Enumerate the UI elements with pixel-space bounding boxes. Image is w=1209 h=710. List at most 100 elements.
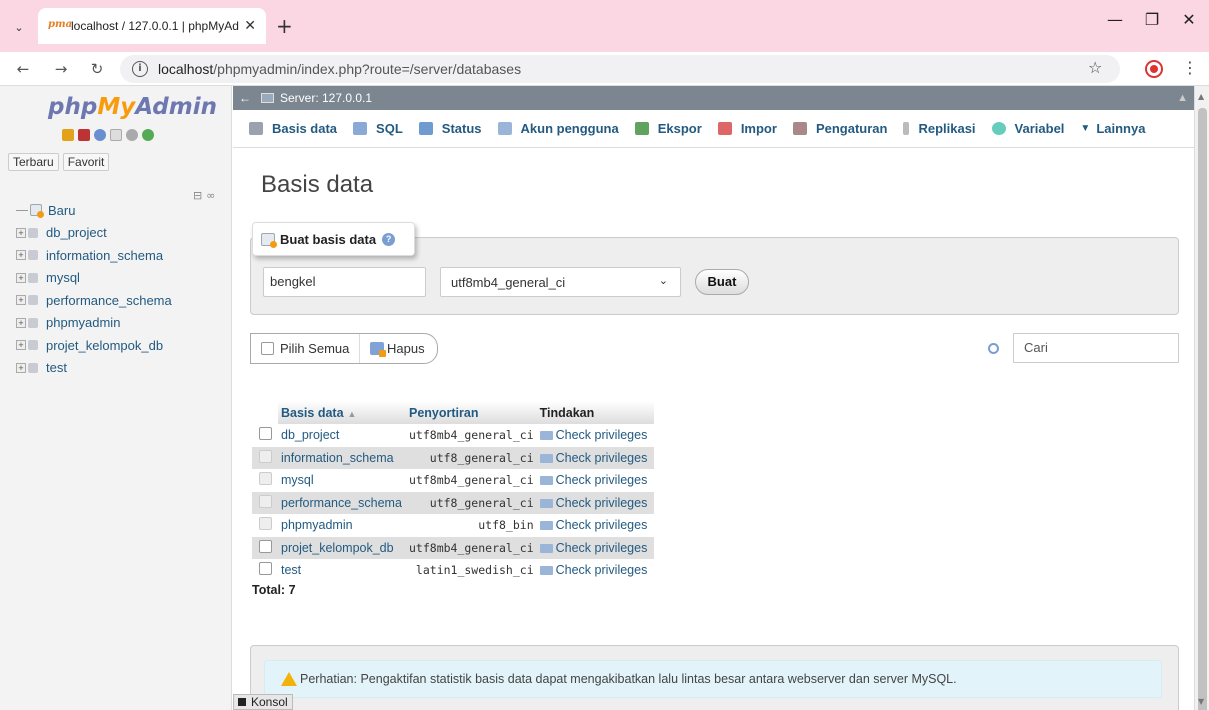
expand-icon[interactable]: + [16, 362, 26, 373]
tab-settings[interactable]: Pengaturan [785, 110, 896, 147]
help-icon[interactable]: ? [382, 232, 396, 246]
settings-gear-icon[interactable] [126, 129, 138, 141]
tree-item-new[interactable]: Baru [16, 199, 172, 222]
tree-item-db[interactable]: + test [16, 357, 172, 380]
tree-item-db[interactable]: + mysql [16, 267, 172, 290]
tab-variables[interactable]: Variabel [984, 110, 1073, 147]
tab-import[interactable]: Impor [710, 110, 785, 147]
header-checkbox-cell [252, 401, 278, 424]
tab-user-accounts[interactable]: Akun pengguna [490, 110, 627, 147]
tree-controls: ⊟ ∞ [193, 189, 215, 202]
privileges-icon [539, 566, 553, 576]
expand-icon[interactable]: + [16, 227, 26, 238]
expand-icon[interactable]: + [16, 317, 26, 328]
header-database[interactable]: Basis data ▲ [278, 401, 406, 424]
console-toggle[interactable]: Konsol [233, 694, 293, 710]
tree-item-db[interactable]: + phpmyadmin [16, 312, 172, 335]
create-button[interactable]: Buat [695, 269, 749, 295]
tab-more[interactable]: ▼ Lainnya [1072, 110, 1153, 147]
back-icon[interactable]: ← [12, 58, 34, 80]
tab-replication[interactable]: Replikasi [895, 110, 983, 147]
row-checkbox[interactable] [258, 562, 272, 576]
page-scrollbar[interactable]: ▲ ▼ [1194, 86, 1209, 710]
tree-item-db[interactable]: + performance_schema [16, 289, 172, 312]
scroll-down-icon[interactable]: ▼ [1198, 697, 1204, 706]
check-privileges-link[interactable]: Check privileges [536, 559, 654, 582]
scroll-top-icon[interactable]: ▲ [1177, 92, 1188, 104]
bookmark-star-icon[interactable]: ☆ [1088, 58, 1102, 77]
check-privileges-link[interactable]: Check privileges [536, 424, 654, 447]
tab-databases[interactable]: Basis data [241, 110, 346, 147]
expand-icon[interactable]: + [16, 295, 26, 306]
scrollbar-thumb[interactable] [1198, 108, 1207, 710]
tree-item-db[interactable]: + projet_kelompok_db [16, 334, 172, 357]
row-checkbox[interactable] [258, 427, 272, 441]
reload-nav-icon[interactable] [142, 129, 154, 141]
phpmyadmin-logo[interactable]: phpMyAdmin [48, 94, 217, 120]
link-with-main-icon[interactable]: ∞ [206, 189, 215, 202]
check-privileges-link[interactable]: Check privileges [536, 536, 654, 559]
collation-select[interactable]: utf8mb4_general_ci ⌄ [440, 267, 681, 297]
select-all[interactable]: Pilih Semua [251, 334, 360, 363]
server-label[interactable]: Server: 127.0.0.1 [280, 91, 372, 105]
tree-item-db[interactable]: + information_schema [16, 244, 172, 267]
check-privileges-link[interactable]: Check privileges [536, 491, 654, 514]
tab-favorite[interactable]: Favorit [62, 153, 110, 171]
collapse-nav-icon[interactable]: ← [239, 91, 251, 105]
page-title: Basis data [261, 171, 374, 198]
url-field[interactable]: i localhost/phpmyadmin/index.php?route=/… [120, 55, 1120, 83]
tab-search-dropdown-icon[interactable]: ⌄ [8, 16, 30, 38]
check-privileges-link[interactable]: Check privileges [536, 514, 654, 537]
scroll-up-icon[interactable]: ▲ [1198, 92, 1204, 101]
database-link[interactable]: performance_schema [278, 491, 406, 514]
window-close-icon[interactable]: ✕ [1174, 10, 1204, 29]
row-checkbox[interactable] [258, 539, 272, 553]
server-icon [261, 93, 274, 103]
tab-sql[interactable]: SQL [345, 110, 411, 147]
header-collation[interactable]: Penyortiran [406, 401, 537, 424]
collapse-all-icon[interactable]: ⊟ [193, 189, 202, 202]
minimize-icon[interactable]: — [1100, 10, 1130, 29]
database-icon [28, 340, 38, 351]
database-link[interactable]: projet_kelompok_db [278, 536, 406, 559]
home-icon[interactable] [62, 129, 74, 141]
database-link[interactable]: phpmyadmin [278, 514, 406, 537]
collation-cell: latin1_swedish_ci [406, 559, 537, 582]
database-link[interactable]: information_schema [278, 446, 406, 469]
expand-icon[interactable]: + [16, 250, 26, 261]
database-link[interactable]: test [278, 559, 406, 582]
browser-tab[interactable]: pma localhost / 127.0.0.1 | phpMyAd ✕ [38, 8, 266, 44]
search-icon[interactable] [973, 333, 1013, 363]
profile-avatar-icon[interactable] [1145, 60, 1163, 78]
tree-item-db[interactable]: + db_project [16, 222, 172, 245]
database-name-input[interactable]: bengkel [263, 267, 426, 297]
docs-icon[interactable] [110, 129, 122, 141]
tab-close-icon[interactable]: ✕ [244, 18, 256, 34]
new-tab-icon[interactable]: + [276, 14, 293, 38]
expand-icon[interactable]: + [16, 272, 26, 283]
site-info-icon[interactable]: i [132, 61, 148, 77]
help-icon[interactable] [94, 129, 106, 141]
check-privileges-link[interactable]: Check privileges [536, 469, 654, 492]
database-link[interactable]: db_project [278, 424, 406, 447]
reload-icon[interactable]: ↻ [86, 58, 108, 80]
tab-recent[interactable]: Terbaru [8, 153, 59, 171]
database-link[interactable]: mysql [278, 469, 406, 492]
select-all-checkbox[interactable] [261, 342, 274, 355]
variables-icon [991, 122, 1006, 135]
delete-button[interactable]: Hapus [360, 341, 425, 357]
tab-export[interactable]: Ekspor [627, 110, 710, 147]
expand-icon[interactable]: + [16, 340, 26, 351]
forward-icon[interactable]: → [50, 58, 72, 80]
users-icon [497, 122, 512, 135]
check-privileges-link[interactable]: Check privileges [536, 446, 654, 469]
tab-status[interactable]: Status [411, 110, 490, 147]
database-icon [28, 317, 38, 328]
restore-icon[interactable]: ❐ [1137, 10, 1167, 29]
table-row: performance_schema utf8_general_ci Check… [252, 491, 654, 514]
tab-label: Impor [740, 121, 777, 136]
search-input[interactable]: Cari [1013, 333, 1179, 363]
logout-icon[interactable] [78, 129, 90, 141]
browser-menu-icon[interactable]: ⋮ [1182, 58, 1198, 77]
table-row: phpmyadmin utf8_bin Check privileges [252, 514, 654, 537]
